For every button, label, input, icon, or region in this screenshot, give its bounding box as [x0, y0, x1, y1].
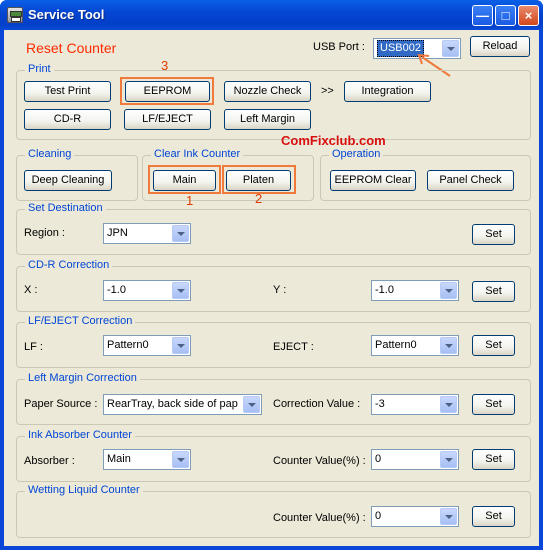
x-label: X :	[24, 284, 38, 296]
chevron-down-icon[interactable]	[440, 451, 457, 468]
wetting-liquid-set-button[interactable]: Set	[472, 506, 515, 527]
lf-eject-button[interactable]: LF/EJECT	[124, 109, 211, 130]
service-tool-window: Service Tool — □ × Reset Counter USB Por…	[0, 0, 543, 550]
set-destination-set-button[interactable]: Set	[472, 224, 515, 245]
watermark-text: ComFixclub.com	[281, 133, 386, 148]
test-print-button[interactable]: Test Print	[24, 81, 111, 102]
chevron-down-icon[interactable]	[440, 396, 457, 413]
chevron-down-icon[interactable]	[172, 451, 189, 468]
lf-label: LF :	[24, 341, 43, 353]
lf-select[interactable]: Pattern0	[103, 335, 191, 356]
chevron-down-icon[interactable]	[172, 282, 189, 299]
annotation-number-3: 3	[161, 58, 169, 73]
chevron-down-icon[interactable]	[172, 337, 189, 354]
minimize-icon[interactable]: —	[472, 5, 493, 26]
deep-cleaning-button[interactable]: Deep Cleaning	[24, 170, 112, 191]
eeprom-button[interactable]: EEPROM	[125, 81, 210, 102]
print-group-label: Print	[25, 63, 54, 75]
chevron-down-icon[interactable]	[172, 225, 189, 242]
cd-r-correction-set-button[interactable]: Set	[472, 281, 515, 302]
correction-value-label: Correction Value :	[273, 398, 361, 410]
title-bar[interactable]: Service Tool — □ ×	[0, 0, 543, 30]
nozzle-check-button[interactable]: Nozzle Check	[224, 81, 311, 102]
y-select[interactable]: -1.0	[371, 280, 459, 301]
cd-r-button[interactable]: CD-R	[24, 109, 111, 130]
printer-app-icon	[7, 7, 23, 23]
window-frame-bottom	[0, 546, 543, 550]
reload-button[interactable]: Reload	[470, 36, 530, 57]
eject-select[interactable]: Pattern0	[371, 335, 459, 356]
absorber-label: Absorber :	[24, 455, 75, 467]
lf-eject-correction-set-button[interactable]: Set	[472, 335, 515, 356]
set-destination-label: Set Destination	[25, 202, 106, 214]
paper-source-select[interactable]: RearTray, back side of pap	[103, 394, 262, 415]
region-select[interactable]: JPN	[103, 223, 191, 244]
y-label: Y :	[273, 284, 287, 296]
annotation-number-2: 2	[255, 191, 263, 206]
absorber-counter-value-label: Counter Value(%) :	[273, 455, 366, 467]
x-select[interactable]: -1.0	[103, 280, 191, 301]
paper-source-label: Paper Source :	[24, 398, 98, 410]
maximize-icon[interactable]: □	[495, 5, 516, 26]
wetting-counter-value-select[interactable]: 0	[371, 506, 459, 527]
clear-ink-counter-label: Clear Ink Counter	[151, 148, 244, 160]
chevrons-label: >>	[321, 85, 334, 97]
region-label: Region :	[24, 227, 65, 239]
reset-counter-heading: Reset Counter	[26, 40, 117, 56]
absorber-counter-value-select[interactable]: 0	[371, 449, 459, 470]
clear-ink-platen-button[interactable]: Platen	[226, 170, 291, 191]
ink-absorber-counter-label: Ink Absorber Counter	[25, 429, 135, 441]
usb-port-label: USB Port :	[313, 41, 365, 53]
chevron-down-icon[interactable]	[440, 508, 457, 525]
absorber-select[interactable]: Main	[103, 449, 191, 470]
eeprom-clear-button[interactable]: EEPROM Clear	[330, 170, 416, 191]
chevron-down-icon[interactable]	[440, 282, 457, 299]
wetting-liquid-counter-label: Wetting Liquid Counter	[25, 484, 143, 496]
chevron-down-icon[interactable]	[440, 337, 457, 354]
panel-check-button[interactable]: Panel Check	[427, 170, 514, 191]
client-area: Reset Counter USB Port : USB002 Reload P…	[4, 30, 539, 546]
left-margin-correction-label: Left Margin Correction	[25, 372, 140, 384]
window-title: Service Tool	[28, 7, 105, 22]
cd-r-correction-label: CD-R Correction	[25, 259, 113, 271]
cleaning-group-label: Cleaning	[25, 148, 75, 160]
annotation-number-1: 1	[186, 193, 194, 208]
wetting-counter-value-label: Counter Value(%) :	[273, 512, 366, 524]
close-icon[interactable]: ×	[518, 5, 539, 26]
ink-absorber-set-button[interactable]: Set	[472, 449, 515, 470]
operation-group-label: Operation	[329, 148, 384, 160]
set-destination-group: Set Destination	[16, 202, 531, 255]
chevron-down-icon[interactable]	[243, 396, 260, 413]
correction-value-select[interactable]: -3	[371, 394, 459, 415]
integration-button[interactable]: Integration	[344, 81, 431, 102]
left-margin-button[interactable]: Left Margin	[224, 109, 311, 130]
eject-label: EJECT :	[273, 341, 314, 353]
left-margin-correction-set-button[interactable]: Set	[472, 394, 515, 415]
lf-eject-correction-label: LF/EJECT Correction	[25, 315, 136, 327]
clear-ink-main-button[interactable]: Main	[153, 170, 216, 191]
